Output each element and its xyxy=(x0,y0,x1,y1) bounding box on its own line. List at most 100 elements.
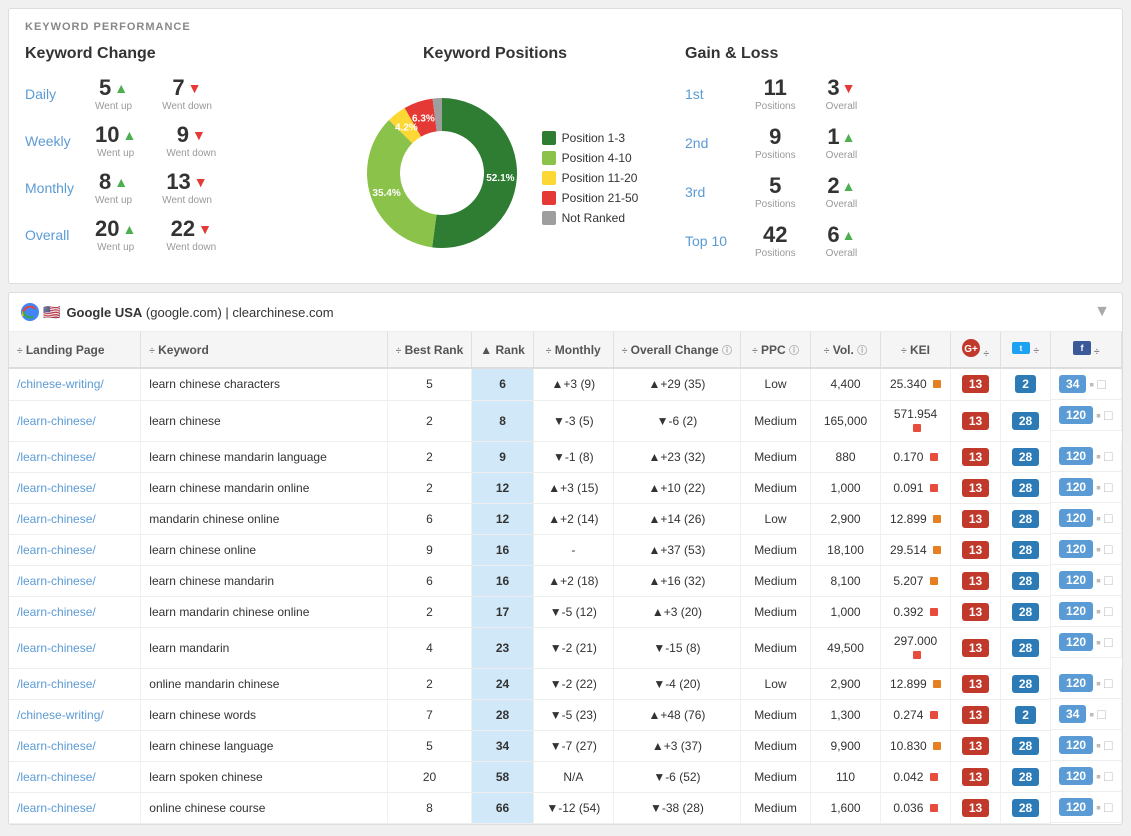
cell-overall: ▲+3 (37) xyxy=(613,730,740,761)
kc-down-sub: Went down xyxy=(166,148,216,159)
chart-icon[interactable]: ▪ xyxy=(1096,510,1101,526)
monitor-icon[interactable]: □ xyxy=(1097,706,1105,722)
cell-twitter: 28 xyxy=(1001,761,1051,792)
gl-positions-num: 42 xyxy=(763,222,787,248)
chart-icon[interactable]: ▪ xyxy=(1096,572,1101,588)
cell-ppc: Medium xyxy=(741,472,811,503)
monitor-icon[interactable]: □ xyxy=(1104,634,1112,650)
legend-color-0 xyxy=(542,131,556,145)
monitor-icon[interactable]: □ xyxy=(1104,541,1112,557)
cell-facebook: 120 ▪ □ xyxy=(1051,503,1121,534)
gl-overall-num: 1 ▲ xyxy=(827,124,855,150)
badge-google: 13 xyxy=(962,737,989,755)
cell-kei: 0.274 xyxy=(881,699,951,730)
table-row: /learn-chinese/ mandarin chinese online … xyxy=(9,503,1122,534)
legend-item-3: Position 21-50 xyxy=(542,191,639,205)
cell-facebook: 120 ▪ □ xyxy=(1051,400,1121,431)
col-keyword[interactable]: ÷ Keyword xyxy=(141,332,387,368)
col-google[interactable]: G+ ÷ xyxy=(951,332,1001,368)
col-best-rank[interactable]: ÷ Best Rank xyxy=(387,332,472,368)
monitor-icon[interactable]: □ xyxy=(1104,768,1112,784)
cell-keyword: learn chinese xyxy=(141,400,387,441)
cell-landing: /learn-chinese/ xyxy=(9,761,141,792)
filter-icon[interactable]: ▼ xyxy=(1094,303,1110,321)
chart-icon[interactable]: ▪ xyxy=(1096,737,1101,753)
cell-facebook: 120 ▪ □ xyxy=(1051,627,1121,658)
monitor-icon[interactable]: □ xyxy=(1104,737,1112,753)
kc-up-value: 20 ▲ Went up xyxy=(95,216,136,253)
gl-overall: 3 ▼ Overall xyxy=(826,75,858,112)
cell-twitter: 28 xyxy=(1001,441,1051,472)
chart-icon[interactable]: ▪ xyxy=(1096,541,1101,557)
col-vol[interactable]: ÷ Vol. ⓘ xyxy=(811,332,881,368)
badge-twitter: 28 xyxy=(1012,799,1039,817)
cell-keyword: learn chinese online xyxy=(141,534,387,565)
chart-icon[interactable]: ▪ xyxy=(1096,799,1101,815)
cell-google: 13 xyxy=(951,668,1001,699)
cell-google: 13 xyxy=(951,534,1001,565)
monitor-icon[interactable]: □ xyxy=(1104,448,1112,464)
kc-label: Monthly xyxy=(25,180,95,196)
chart-icon[interactable]: ▪ xyxy=(1096,634,1101,650)
cell-twitter: 28 xyxy=(1001,503,1051,534)
col-overall-change[interactable]: ÷ Overall Change ⓘ xyxy=(613,332,740,368)
kc-up-sub: Went up xyxy=(95,195,132,206)
chart-icon[interactable]: ▪ xyxy=(1089,706,1094,722)
kc-up-sub: Went up xyxy=(97,242,134,253)
gl-positions-sub: Positions xyxy=(755,248,796,259)
legend-label-0: Position 1-3 xyxy=(562,131,625,145)
col-twitter[interactable]: t ÷ xyxy=(1001,332,1051,368)
col-landing-page[interactable]: ÷ Landing Page xyxy=(9,332,141,368)
chart-icon[interactable]: ▪ xyxy=(1096,768,1101,784)
badge-twitter: 28 xyxy=(1012,768,1039,786)
cell-rank: 8 xyxy=(472,400,534,441)
badge-google: 13 xyxy=(962,412,989,430)
cell-twitter: 28 xyxy=(1001,792,1051,823)
badge-facebook: 34 xyxy=(1059,705,1086,723)
col-kei[interactable]: ÷ KEI xyxy=(881,332,951,368)
cell-best-rank: 6 xyxy=(387,565,472,596)
legend-label-2: Position 11-20 xyxy=(562,171,638,185)
chart-icon[interactable]: ▪ xyxy=(1096,675,1101,691)
cell-ppc: Medium xyxy=(741,792,811,823)
col-ppc[interactable]: ÷ PPC ⓘ xyxy=(741,332,811,368)
cell-overall: ▼-38 (28) xyxy=(613,792,740,823)
gl-label: 1st xyxy=(685,86,755,102)
col-facebook[interactable]: f ÷ xyxy=(1051,332,1122,368)
badge-google: 13 xyxy=(962,541,989,559)
cell-best-rank: 8 xyxy=(387,792,472,823)
kc-row: Weekly 10 ▲ Went up 9 ▼ Went down xyxy=(25,122,305,159)
kei-bar-icon xyxy=(933,680,941,688)
badge-google: 13 xyxy=(962,675,989,693)
monitor-icon[interactable]: □ xyxy=(1104,510,1112,526)
monitor-icon[interactable]: □ xyxy=(1104,603,1112,619)
monitor-icon[interactable]: □ xyxy=(1104,799,1112,815)
monitor-icon[interactable]: □ xyxy=(1104,675,1112,691)
badge-google: 13 xyxy=(962,603,989,621)
monitor-icon[interactable]: □ xyxy=(1104,479,1112,495)
kc-up-value: 5 ▲ Went up xyxy=(95,75,132,112)
cell-vol: 1,600 xyxy=(811,792,881,823)
top-panel: KEYWORD PERFORMANCE Keyword Change Daily… xyxy=(8,8,1123,284)
monitor-icon[interactable]: □ xyxy=(1097,376,1105,392)
cell-ppc: Medium xyxy=(741,534,811,565)
monitor-icon[interactable]: □ xyxy=(1104,407,1112,423)
legend-label-3: Position 21-50 xyxy=(562,191,639,205)
monitor-icon[interactable]: □ xyxy=(1104,572,1112,588)
chart-icon[interactable]: ▪ xyxy=(1096,479,1101,495)
cell-rank: 58 xyxy=(472,761,534,792)
cell-overall: ▼-15 (8) xyxy=(613,627,740,668)
kc-down-sub: Went down xyxy=(162,195,212,206)
cell-landing: /chinese-writing/ xyxy=(9,368,141,400)
gl-positions-num: 9 xyxy=(769,124,781,150)
kc-down-num: 9 ▼ xyxy=(177,122,206,148)
chart-icon[interactable]: ▪ xyxy=(1096,603,1101,619)
chart-icon[interactable]: ▪ xyxy=(1089,376,1094,392)
cell-google: 13 xyxy=(951,503,1001,534)
chart-icon[interactable]: ▪ xyxy=(1096,407,1101,423)
cell-overall: ▲+3 (20) xyxy=(613,596,740,627)
gl-overall-sub: Overall xyxy=(826,150,858,161)
col-rank[interactable]: ▲ Rank xyxy=(472,332,534,368)
chart-icon[interactable]: ▪ xyxy=(1096,448,1101,464)
col-monthly[interactable]: ÷ Monthly xyxy=(533,332,613,368)
